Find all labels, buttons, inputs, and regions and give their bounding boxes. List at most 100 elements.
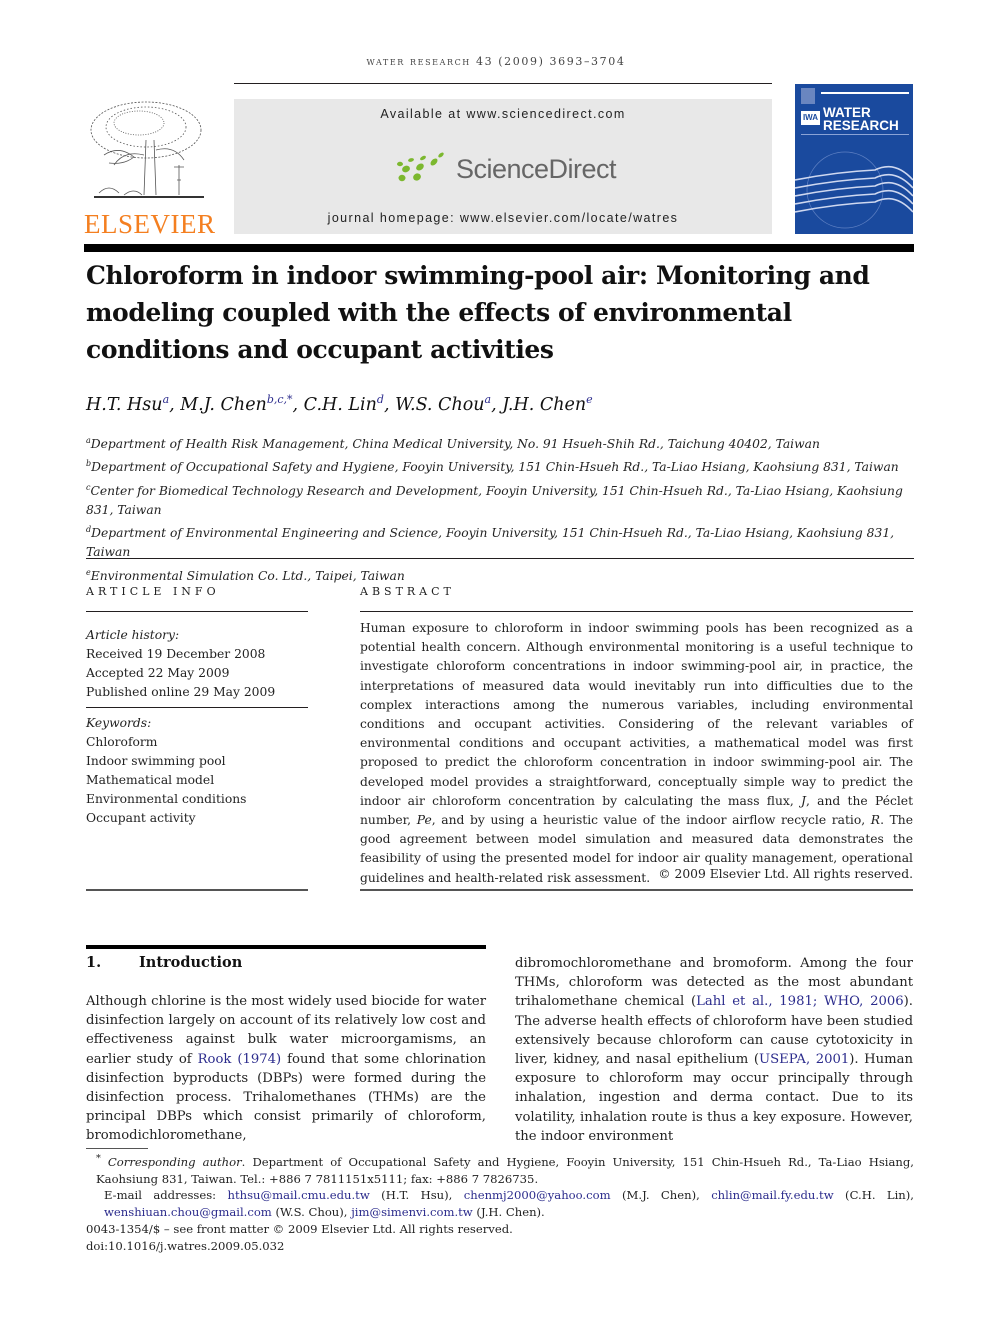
email-link[interactable]: chlin@mail.fy.edu.tw	[711, 1188, 833, 1202]
elsevier-logo[interactable]: ELSEVIER	[84, 95, 216, 240]
affiliation: eEnvironmental Simulation Co. Ltd., Taip…	[86, 563, 916, 586]
citation-link[interactable]: Lahl et al., 1981; WHO, 2006	[696, 994, 904, 1009]
affiliation-text: Department of Occupational Safety and Hy…	[91, 460, 899, 475]
abstract-copyright: © 2009 Elsevier Ltd. All rights reserved…	[658, 867, 913, 881]
email-owner: (W.S. Chou),	[271, 1205, 352, 1220]
journal-homepage-link[interactable]: journal homepage: www.elsevier.com/locat…	[234, 211, 772, 225]
affiliation: cCenter for Biomedical Technology Resear…	[86, 478, 916, 521]
abstract-segment: , and by using a heuristic value of the …	[431, 813, 871, 828]
email-owner: (J.H. Chen).	[472, 1205, 545, 1220]
cover-subtitle-rule	[801, 134, 909, 135]
author-name: C.H. Lin	[303, 394, 377, 415]
citation-link[interactable]: Rook (1974)	[198, 1052, 282, 1067]
introduction-rule	[86, 945, 486, 949]
footnote-rule	[86, 1148, 148, 1149]
keyword: Occupant activity	[86, 811, 196, 826]
corresponding-label: Corresponding author	[107, 1154, 242, 1169]
email-link[interactable]: wenshiuan.chou@gmail.com	[104, 1205, 272, 1219]
history-rule	[86, 707, 308, 708]
affiliations: aDepartment of Health Risk Management, C…	[86, 431, 916, 586]
sciencedirect-logo[interactable]: ScienceDirect	[396, 149, 617, 189]
section-number: 1.	[86, 954, 102, 971]
abstract-text: Human exposure to chloroform in indoor s…	[360, 619, 913, 888]
introduction-right-column: dibromochloromethane and bromoform. Amon…	[515, 954, 913, 1146]
footnotes: * Corresponding author. Department of Oc…	[86, 1151, 914, 1255]
journal-cover[interactable]: IWA WATER RESEARCH	[795, 84, 913, 234]
affiliation: dDepartment of Environmental Engineering…	[86, 520, 916, 563]
cover-title-line2: RESEARCH	[823, 118, 899, 133]
affiliation: aDepartment of Health Risk Management, C…	[86, 431, 916, 454]
introduction-left-column: Although chlorine is the most widely use…	[86, 992, 486, 1146]
author[interactable]: C.H. Lind	[303, 393, 384, 415]
abstract-heading: ABSTRACT	[360, 585, 455, 598]
author-affil-sup[interactable]: d	[377, 393, 384, 406]
doi-link[interactable]: doi:10.1016/j.watres.2009.05.032	[86, 1238, 914, 1255]
email-addresses: E-mail addresses: hthsu@mail.cmu.edu.tw …	[86, 1187, 914, 1221]
email-owner: (M.J. Chen),	[610, 1188, 712, 1203]
author-affil-sup[interactable]: a	[485, 393, 492, 406]
author-affil-sup[interactable]: a	[163, 393, 170, 406]
introduction-heading: 1. Introduction	[86, 954, 242, 971]
affiliation-text: Department of Health Risk Management, Ch…	[90, 437, 820, 452]
author[interactable]: W.S. Choua	[395, 393, 492, 415]
elsevier-tree-icon	[90, 101, 204, 198]
header-thick-rule	[84, 244, 914, 252]
article-history: Article history: Received 19 December 20…	[86, 626, 308, 702]
keywords: Keywords: Chloroform Indoor swimming poo…	[86, 714, 308, 829]
sciencedirect-dots-icon	[397, 152, 444, 182]
author-name: H.T. Hsu	[86, 394, 163, 415]
elsevier-wordmark: ELSEVIER	[84, 209, 216, 239]
email-link[interactable]: chenmj2000@yahoo.com	[464, 1188, 611, 1202]
author-name: M.J. Chen	[180, 394, 267, 415]
affiliation: bDepartment of Occupational Safety and H…	[86, 454, 916, 477]
history-accepted: Accepted 22 May 2009	[86, 666, 230, 681]
keywords-rule	[86, 889, 308, 891]
author-list: H.T. Hsua, M.J. Chenb,c,*, C.H. Lind, W.…	[86, 393, 593, 415]
keywords-label: Keywords:	[86, 716, 152, 730]
history-published: Published online 29 May 2009	[86, 685, 276, 700]
citation-link[interactable]: USEPA, 2001	[759, 1052, 849, 1067]
running-head: water research 43 (2009) 3693–3704	[366, 55, 626, 68]
keyword: Chloroform	[86, 735, 158, 750]
article-info-heading: ARTICLE INFO	[86, 585, 220, 598]
article-history-label: Article history:	[86, 628, 180, 642]
author[interactable]: J.H. Chene	[502, 393, 593, 415]
cover-wave-graphic	[795, 151, 913, 229]
symbol-peclet: Pe	[416, 813, 432, 828]
affiliation-text: Environmental Simulation Co. Ltd., Taipe…	[90, 568, 405, 583]
email-label: E-mail addresses:	[104, 1188, 228, 1203]
email-link[interactable]: jim@simenvi.com.tw	[351, 1205, 473, 1219]
author-name: J.H. Chen	[502, 394, 587, 415]
affiliations-rule	[86, 558, 914, 559]
keyword: Mathematical model	[86, 773, 215, 788]
header-rule	[234, 83, 772, 84]
cover-elsevier-mark	[801, 88, 815, 104]
issn-line: 0043-1354/$ – see front matter © 2009 El…	[86, 1222, 513, 1237]
abstract-rule	[360, 611, 913, 612]
history-received: Received 19 December 2008	[86, 647, 266, 662]
keyword: Indoor swimming pool	[86, 754, 226, 769]
email-link[interactable]: hthsu@mail.cmu.edu.tw	[228, 1188, 370, 1202]
affiliation-text: Center for Biomedical Technology Researc…	[86, 483, 903, 517]
abstract-bottom-rule	[360, 889, 913, 891]
available-at-link[interactable]: Available at www.sciencedirect.com	[234, 107, 772, 121]
sciencedirect-banner: Available at www.sciencedirect.com Scien…	[234, 99, 772, 234]
section-title: Introduction	[139, 954, 243, 971]
author-affil-sup[interactable]: e	[586, 393, 593, 406]
author[interactable]: H.T. Hsua	[86, 393, 170, 415]
corresponding-author-note: * Corresponding author. Department of Oc…	[86, 1151, 914, 1187]
footnote-marker: *	[96, 1153, 101, 1164]
article-info-rule	[86, 611, 308, 612]
abstract-segment: Human exposure to chloroform in indoor s…	[360, 621, 913, 808]
cover-top-rule	[821, 92, 909, 94]
symbol-recycle-ratio: R	[870, 813, 881, 828]
keyword: Environmental conditions	[86, 792, 247, 807]
email-owner: (C.H. Lin),	[833, 1188, 914, 1203]
cover-title: WATER RESEARCH	[823, 106, 899, 133]
article-title: Chloroform in indoor swimming-pool air: …	[86, 261, 870, 364]
sciencedirect-wordmark: ScienceDirect	[456, 153, 617, 184]
author[interactable]: M.J. Chenb,c,*	[180, 393, 293, 415]
author-affil-sup[interactable]: b,c,*	[267, 393, 293, 406]
email-owner: (H.T. Hsu),	[369, 1188, 464, 1203]
iwa-badge: IWA	[801, 111, 820, 125]
